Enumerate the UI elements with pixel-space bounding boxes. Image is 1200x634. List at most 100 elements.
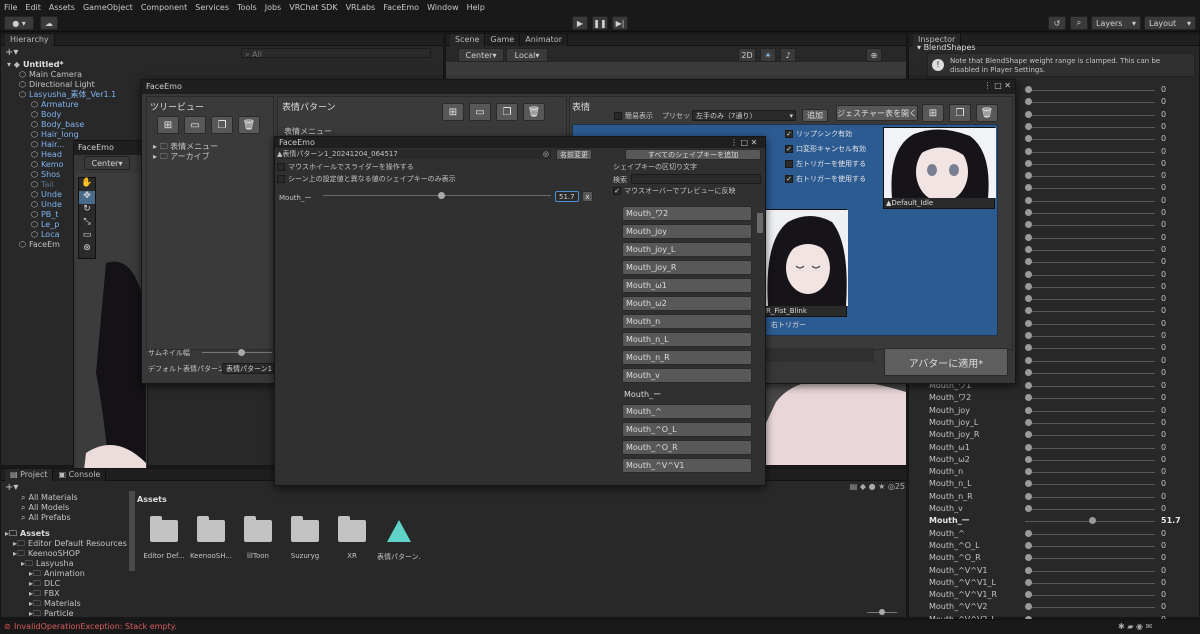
tree-item-archive[interactable]: ▸ 🗀 アーカイブ — [153, 151, 210, 165]
blendshape-value[interactable]: 0 — [1161, 195, 1166, 207]
add-mode-button[interactable]: ⊞ — [157, 116, 179, 134]
default-pattern-dropdown[interactable]: 表情パターン1 — [222, 363, 274, 374]
blendshape-slider[interactable] — [1025, 459, 1155, 461]
blendshape-knob[interactable] — [1089, 517, 1097, 525]
layout-dropdown[interactable]: Layout ▾ — [1144, 16, 1196, 30]
blendshape-slider[interactable] — [1025, 151, 1155, 153]
maximize-icon[interactable]: □ — [994, 81, 1002, 90]
shape-weight-input[interactable]: 51.7 — [555, 191, 579, 202]
hierarchy-item[interactable]: ⬡ Unde — [31, 190, 62, 200]
asset-item[interactable]: XR — [330, 516, 374, 560]
add-emotion-button[interactable]: ⊞ — [922, 104, 944, 122]
cloud-icon[interactable]: ☁ — [40, 16, 58, 30]
filter-icon[interactable]: ◆ — [860, 482, 866, 491]
thumbnail-size-knob[interactable] — [238, 349, 245, 356]
blendshape-knob[interactable] — [1025, 468, 1032, 476]
blendshape-knob[interactable] — [1025, 319, 1032, 327]
blendshape-slider[interactable] — [1025, 102, 1155, 104]
blendshape-knob[interactable] — [1025, 591, 1032, 599]
blendshape-value[interactable]: 0 — [1161, 281, 1166, 293]
blendshape-slider[interactable] — [1025, 607, 1155, 609]
hierarchy-item[interactable]: ⬡ Shos — [31, 170, 60, 180]
blendshape-slider[interactable] — [1025, 447, 1155, 449]
blendshape-knob[interactable] — [1025, 529, 1032, 537]
blendshape-knob[interactable] — [1025, 307, 1032, 315]
blendshape-slider[interactable] — [1025, 372, 1155, 374]
emotion-option[interactable]: ✓ 口変形キャンセル有効 — [785, 144, 866, 154]
blendshape-slider[interactable] — [1025, 558, 1155, 560]
favorite-item[interactable]: ⌕ All Prefabs — [21, 513, 71, 523]
project-tree-item[interactable]: ▸🗀 Editor Default Resources — [13, 539, 127, 549]
hierarchy-item[interactable]: ⬡ PB_t — [31, 210, 58, 220]
blendshape-knob[interactable] — [1025, 258, 1032, 266]
blendshape-slider[interactable] — [1025, 533, 1155, 535]
menu-item-4[interactable]: Component — [141, 3, 187, 12]
blendshape-slider[interactable] — [1025, 126, 1155, 128]
menu-item-0[interactable]: File — [4, 3, 17, 12]
blendshape-value[interactable]: 0 — [1161, 146, 1166, 158]
favorite-item[interactable]: ⌕ All Materials — [21, 493, 78, 503]
hierarchy-item[interactable]: ⬡ Kemo — [31, 160, 63, 170]
clip-asset-field[interactable]: ▲表情パターン1_20241204_064517 ◎ — [277, 149, 551, 159]
shapekey-search-input[interactable] — [631, 174, 761, 184]
blendshape-knob[interactable] — [1025, 172, 1032, 180]
blendshape-value[interactable]: 0 — [1161, 540, 1166, 552]
blendshape-slider[interactable] — [1025, 410, 1155, 412]
blendshape-knob[interactable] — [1025, 368, 1032, 376]
blendshape-value[interactable]: 0 — [1161, 601, 1166, 613]
blendshape-knob[interactable] — [1025, 492, 1032, 500]
blendshape-value[interactable]: 0 — [1161, 466, 1166, 478]
blendshape-knob[interactable] — [1025, 541, 1032, 549]
shapekey-item[interactable]: Mouth_^V^V1 — [622, 458, 752, 473]
blendshape-value[interactable]: 0 — [1161, 589, 1166, 601]
audio-icon[interactable]: ♪ — [780, 48, 796, 62]
blendshape-slider[interactable] — [1025, 90, 1155, 91]
blendshape-knob[interactable] — [1025, 566, 1032, 574]
blendshape-value[interactable]: 0 — [1161, 552, 1166, 564]
shapekey-item[interactable]: Mouth_joy_R — [622, 260, 752, 275]
tab-project[interactable]: ▤ Project — [5, 468, 54, 481]
hierarchy-item[interactable]: ⬡ Hair_long — [31, 130, 79, 140]
blendshape-slider[interactable] — [1025, 496, 1155, 498]
add-icon[interactable]: +▾ — [5, 47, 18, 58]
hierarchy-item[interactable]: ⬡ Unde — [31, 200, 62, 210]
blendshape-knob[interactable] — [1025, 578, 1032, 586]
delete-pattern-button[interactable]: 🗑 — [523, 103, 545, 121]
blendshape-knob[interactable] — [1025, 406, 1032, 414]
blendshape-knob[interactable] — [1025, 159, 1032, 167]
layers-dropdown[interactable]: Layers ▾ — [1091, 16, 1141, 30]
blendshape-slider[interactable] — [1025, 545, 1155, 547]
menu-item-9[interactable]: VRLabs — [346, 3, 376, 12]
blendshape-slider[interactable] — [1025, 249, 1155, 251]
rename-button[interactable]: 名前変更 — [556, 149, 592, 160]
asset-item[interactable]: Editor Def... — [142, 516, 186, 560]
blendshape-slider[interactable] — [1025, 348, 1155, 350]
blendshape-value[interactable]: 0 — [1161, 318, 1166, 330]
blendshape-knob[interactable] — [1025, 86, 1032, 93]
mode-2d-button[interactable]: 2D — [738, 48, 756, 62]
blendshape-knob[interactable] — [1025, 603, 1032, 611]
blendshape-value[interactable]: 0 — [1161, 170, 1166, 182]
blendshape-value[interactable]: 0 — [1161, 392, 1166, 404]
search-icon[interactable]: ⌕ — [1070, 16, 1088, 30]
project-tree-item[interactable]: ▸🗀 Assets — [5, 529, 50, 539]
blendshape-value[interactable]: 0 — [1161, 158, 1166, 170]
status-error-message[interactable]: InvalidOperationException: Stack empty. — [14, 622, 177, 631]
label-icon[interactable]: ● — [869, 482, 876, 491]
tree-scrollbar[interactable] — [129, 491, 135, 571]
blendshape-knob[interactable] — [1025, 221, 1032, 229]
add-preset-button[interactable]: 追加 — [802, 109, 828, 122]
blendshape-value[interactable]: 0 — [1161, 232, 1166, 244]
add-folder-button[interactable]: ▭ — [469, 103, 491, 121]
blendshape-knob[interactable] — [1025, 122, 1032, 130]
hierarchy-search-input[interactable]: ⌕ All — [241, 48, 431, 59]
close-icon[interactable]: ✕ — [1004, 81, 1011, 90]
blendshape-value[interactable]: 0 — [1161, 367, 1166, 379]
blendshape-value[interactable]: 0 — [1161, 207, 1166, 219]
blendshape-value[interactable]: 0 — [1161, 84, 1166, 96]
blendshape-knob[interactable] — [1025, 184, 1032, 192]
apply-to-avatar-button[interactable]: アバターに適用* — [884, 348, 1008, 376]
menu-item-10[interactable]: FaceEmo — [383, 3, 419, 12]
blendshape-value[interactable]: 0 — [1161, 305, 1166, 317]
scale-tool-icon[interactable]: ⤡ — [79, 217, 95, 230]
